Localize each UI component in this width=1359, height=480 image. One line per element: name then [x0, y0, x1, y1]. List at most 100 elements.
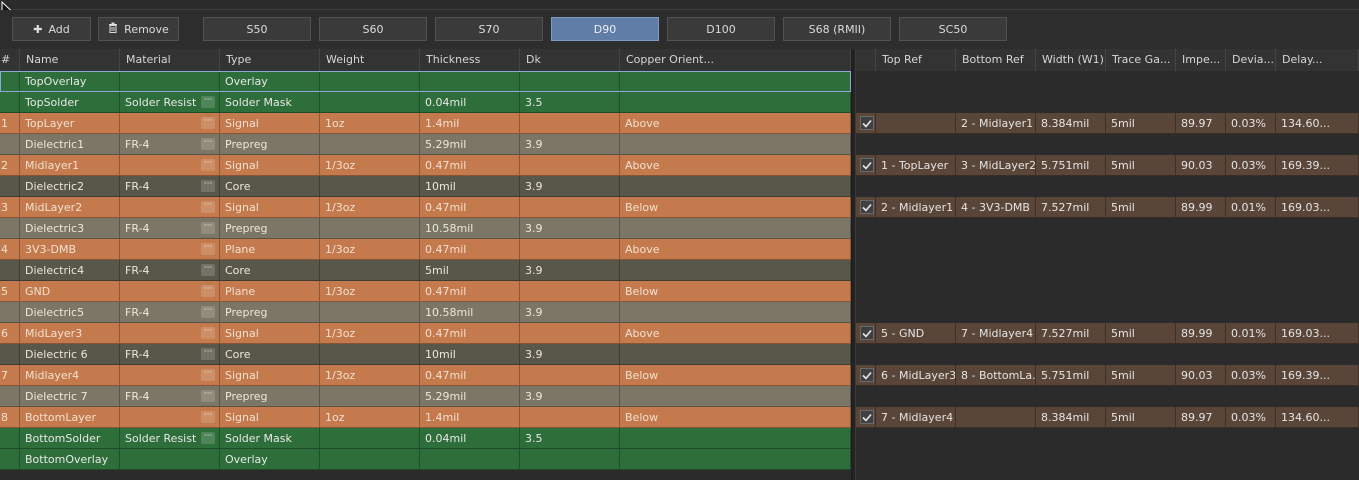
cell-material[interactable]: ···: [120, 155, 220, 176]
row-checkbox[interactable]: [860, 368, 874, 382]
cell-thickness[interactable]: [420, 71, 520, 92]
cell-type[interactable]: Prepreg: [220, 218, 320, 239]
row-checkbox-cell[interactable]: [856, 197, 876, 218]
material-picker-button[interactable]: ···: [201, 348, 215, 360]
cell-thickness[interactable]: 0.04mil: [420, 92, 520, 113]
imp-cell-imp[interactable]: 89.97: [1176, 407, 1226, 428]
imp-cell-imp[interactable]: 90.03: [1176, 155, 1226, 176]
cell-num[interactable]: [0, 71, 20, 92]
cell-dk[interactable]: 3.9: [520, 302, 620, 323]
material-picker-button[interactable]: ···: [201, 159, 215, 171]
cell-name[interactable]: Dielectric1: [20, 134, 120, 155]
material-picker-button[interactable]: ···: [201, 390, 215, 402]
cell-name[interactable]: Dielectric5: [20, 302, 120, 323]
impedance-row[interactable]: 7 - Midlayer4 8.384mil 5mil 89.97 0.03% 134.6…: [856, 407, 1359, 428]
cell-name[interactable]: MidLayer3: [20, 323, 120, 344]
material-picker-button[interactable]: ···: [201, 201, 215, 213]
add-layer-button[interactable]: ✚ Add: [12, 17, 91, 41]
cell-num[interactable]: 7: [0, 365, 20, 386]
imp-header-top_ref[interactable]: Top Ref: [876, 49, 956, 71]
cell-weight[interactable]: [320, 449, 420, 470]
layer-row[interactable]: Dielectric2 FR-4 ··· Core 10mil 3.9: [0, 176, 851, 197]
cell-type[interactable]: Core: [220, 176, 320, 197]
cell-name[interactable]: Dielectric 7: [20, 386, 120, 407]
cell-num[interactable]: [0, 176, 20, 197]
cell-thickness[interactable]: 10.58mil: [420, 302, 520, 323]
column-header-type[interactable]: Type: [220, 49, 320, 71]
cell-type[interactable]: Prepreg: [220, 386, 320, 407]
imp-cell-bottom_ref[interactable]: 8 - BottomLa...: [956, 365, 1036, 386]
imp-header-gap[interactable]: Trace Ga...: [1106, 49, 1176, 71]
cell-type[interactable]: Overlay: [220, 449, 320, 470]
cell-weight[interactable]: [320, 134, 420, 155]
cell-type[interactable]: Prepreg: [220, 134, 320, 155]
layer-row[interactable]: Dielectric4 FR-4 ··· Core 5mil 3.9: [0, 260, 851, 281]
cell-type[interactable]: Solder Mask: [220, 92, 320, 113]
cell-weight[interactable]: [320, 260, 420, 281]
cell-num[interactable]: [0, 134, 20, 155]
imp-cell-dev[interactable]: 0.03%: [1226, 365, 1276, 386]
cell-material[interactable]: ···: [120, 281, 220, 302]
imp-cell-delay[interactable]: 134.60...: [1276, 113, 1359, 134]
cell-orient[interactable]: [620, 134, 851, 155]
cell-thickness[interactable]: 0.47mil: [420, 197, 520, 218]
layer-row[interactable]: 5 GND ··· Plane 1/3oz 0.47mil Below: [0, 281, 851, 302]
imp-cell-width[interactable]: 7.527mil: [1036, 197, 1106, 218]
cell-weight[interactable]: 1/3oz: [320, 323, 420, 344]
cell-orient[interactable]: [620, 92, 851, 113]
cell-orient[interactable]: [620, 218, 851, 239]
profile-button-sc50[interactable]: SC50: [899, 17, 1007, 41]
layer-row[interactable]: Dielectric 6 FR-4 ··· Core 10mil 3.9: [0, 344, 851, 365]
cell-material[interactable]: Solder Resist ···: [120, 428, 220, 449]
cell-dk[interactable]: 3.5: [520, 92, 620, 113]
imp-header-check[interactable]: [856, 49, 876, 71]
cell-dk[interactable]: 3.5: [520, 428, 620, 449]
cell-thickness[interactable]: 1.4mil: [420, 407, 520, 428]
cell-num[interactable]: [0, 218, 20, 239]
cell-weight[interactable]: 1oz: [320, 407, 420, 428]
column-header-thickness[interactable]: Thickness: [420, 49, 520, 71]
imp-cell-top_ref[interactable]: 2 - Midlayer1: [876, 197, 956, 218]
cell-name[interactable]: BottomOverlay: [20, 449, 120, 470]
remove-layer-button[interactable]: Remove: [98, 17, 179, 41]
layer-row[interactable]: 4 3V3-DMB ··· Plane 1/3oz 0.47mil Above: [0, 239, 851, 260]
cell-num[interactable]: 8: [0, 407, 20, 428]
imp-cell-width[interactable]: 7.527mil: [1036, 323, 1106, 344]
cell-orient[interactable]: Above: [620, 239, 851, 260]
cell-dk[interactable]: 3.9: [520, 218, 620, 239]
cell-material[interactable]: FR-4 ···: [120, 344, 220, 365]
imp-cell-width[interactable]: 5.751mil: [1036, 155, 1106, 176]
cell-weight[interactable]: [320, 176, 420, 197]
cell-dk[interactable]: [520, 323, 620, 344]
impedance-row[interactable]: 6 - MidLayer3 8 - BottomLa... 5.751mil 5mil…: [856, 365, 1359, 386]
cell-orient[interactable]: [620, 71, 851, 92]
cell-thickness[interactable]: 5.29mil: [420, 134, 520, 155]
cell-num[interactable]: 5: [0, 281, 20, 302]
material-picker-button[interactable]: ···: [201, 180, 215, 192]
cell-num[interactable]: [0, 449, 20, 470]
cell-material[interactable]: Solder Resist ···: [120, 92, 220, 113]
material-picker-button[interactable]: ···: [201, 222, 215, 234]
cell-name[interactable]: BottomSolder: [20, 428, 120, 449]
cell-weight[interactable]: [320, 218, 420, 239]
cell-name[interactable]: Dielectric2: [20, 176, 120, 197]
row-checkbox-cell[interactable]: [856, 113, 876, 134]
cell-material[interactable]: ···: [120, 365, 220, 386]
cell-orient[interactable]: Below: [620, 365, 851, 386]
imp-cell-gap[interactable]: 5mil: [1106, 365, 1176, 386]
imp-cell-width[interactable]: 8.384mil: [1036, 407, 1106, 428]
cell-type[interactable]: Overlay: [220, 71, 320, 92]
cell-name[interactable]: MidLayer2: [20, 197, 120, 218]
cell-type[interactable]: Core: [220, 260, 320, 281]
material-picker-button[interactable]: ···: [201, 264, 215, 276]
cell-orient[interactable]: Above: [620, 113, 851, 134]
material-picker-button[interactable]: ···: [201, 411, 215, 423]
cell-thickness[interactable]: 10mil: [420, 176, 520, 197]
imp-cell-top_ref[interactable]: 5 - GND: [876, 323, 956, 344]
cell-material[interactable]: [120, 71, 220, 92]
imp-cell-gap[interactable]: 5mil: [1106, 197, 1176, 218]
material-picker-button[interactable]: ···: [201, 96, 215, 108]
cell-dk[interactable]: [520, 407, 620, 428]
layer-row[interactable]: Dielectric5 FR-4 ··· Prepreg 10.58mil 3.9: [0, 302, 851, 323]
cell-num[interactable]: [0, 386, 20, 407]
